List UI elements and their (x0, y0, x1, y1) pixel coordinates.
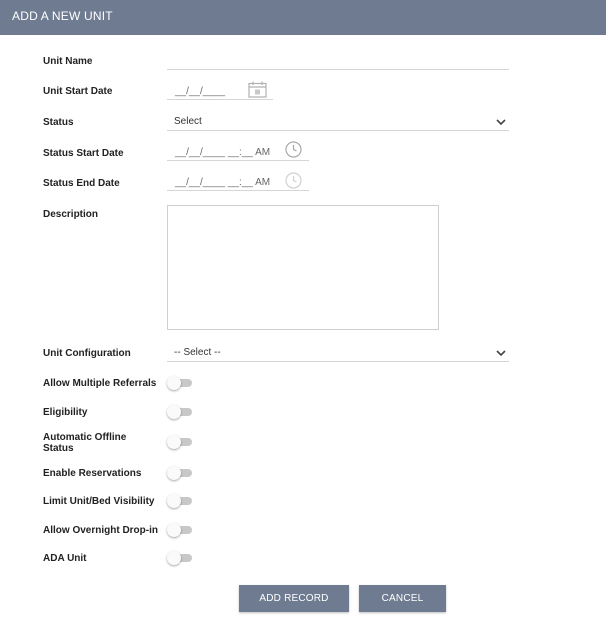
calendar-icon[interactable] (248, 81, 267, 98)
status-underline (167, 130, 509, 131)
limit-unit-bed-visibility-toggle[interactable] (167, 494, 193, 508)
clock-icon[interactable] (285, 141, 302, 158)
allow-overnight-dropin-toggle[interactable] (167, 523, 193, 537)
add-record-button[interactable]: ADD RECORD (239, 585, 349, 612)
chevron-down-icon[interactable] (496, 119, 506, 126)
allow-overnight-dropin-label: Allow Overnight Drop-in (43, 525, 158, 536)
unit-start-date-underline (167, 99, 273, 100)
ada-unit-label: ADA Unit (43, 553, 87, 564)
status-start-date-label: Status Start Date (43, 148, 124, 159)
enable-reservations-toggle[interactable] (167, 466, 193, 480)
status-label: Status (43, 117, 74, 128)
unit-name-label: Unit Name (43, 56, 93, 67)
toggle-thumb (167, 435, 181, 449)
ada-unit-toggle[interactable] (167, 551, 193, 565)
status-end-date-label: Status End Date (43, 178, 120, 189)
unit-configuration-underline (167, 361, 509, 362)
toggle-thumb (167, 376, 181, 390)
clock-icon[interactable] (285, 172, 302, 189)
status-start-date-input[interactable]: __/__/____ __:__ AM (175, 147, 270, 158)
allow-multiple-referrals-toggle[interactable] (167, 376, 193, 390)
unit-configuration-label: Unit Configuration (43, 348, 131, 359)
enable-reservations-label: Enable Reservations (43, 468, 142, 479)
toggle-thumb (167, 466, 181, 480)
automatic-offline-status-toggle[interactable] (167, 435, 193, 449)
dialog-title: ADD A NEW UNIT (12, 9, 113, 23)
description-textarea[interactable] (167, 205, 439, 330)
limit-unit-bed-visibility-label: Limit Unit/Bed Visibility (43, 496, 155, 507)
dialog-header: ADD A NEW UNIT (0, 0, 606, 35)
unit-configuration-select[interactable]: -- Select -- (174, 347, 221, 358)
cancel-button[interactable]: CANCEL (359, 585, 446, 612)
allow-multiple-referrals-label: Allow Multiple Referrals (43, 378, 157, 389)
eligibility-toggle[interactable] (167, 405, 193, 419)
toggle-thumb (167, 523, 181, 537)
automatic-offline-status-label-line1: Automatic Offline (43, 432, 127, 443)
unit-name-input[interactable] (167, 69, 509, 70)
automatic-offline-status-label-line2: Status (43, 443, 74, 454)
unit-start-date-label: Unit Start Date (43, 86, 113, 97)
toggle-thumb (167, 405, 181, 419)
status-end-date-input[interactable]: __/__/____ __:__ AM (175, 177, 270, 188)
toggle-thumb (167, 551, 181, 565)
status-end-date-underline (167, 190, 309, 191)
description-label: Description (43, 209, 99, 220)
status-start-date-underline (167, 160, 309, 161)
unit-start-date-input[interactable]: __/__/____ (175, 86, 225, 97)
status-select[interactable]: Select (174, 116, 202, 127)
eligibility-label: Eligibility (43, 407, 88, 418)
toggle-thumb (167, 494, 181, 508)
chevron-down-icon[interactable] (496, 350, 506, 357)
